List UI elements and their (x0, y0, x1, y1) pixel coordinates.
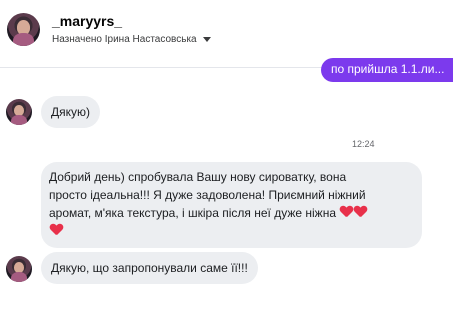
sender-avatar[interactable] (6, 256, 32, 282)
assignee-selector[interactable]: Назначено Ірина Настасовська (52, 34, 211, 45)
heart-icon (340, 206, 353, 218)
heart-icon (50, 224, 63, 236)
message-bubble: Дякую) (41, 96, 101, 128)
contact-avatar[interactable] (7, 13, 40, 46)
message-bubble: Добрий день) спробувала Вашу нову сирова… (41, 162, 422, 248)
chevron-down-icon[interactable] (202, 37, 211, 42)
assignee-label: Назначено Ірина Настасовська (52, 34, 197, 45)
message-line: аромат, м'яка текстура, і шкіра після не… (49, 206, 336, 220)
timestamp: 12:24 (352, 139, 375, 149)
outgoing-message-bubble: по прийшла 1.1.ли... (321, 58, 453, 82)
message-text: Дякую, що запропонували саме її!!! (51, 261, 248, 275)
message-line: Добрий день) спробувала Вашу нову сирова… (49, 170, 347, 184)
message-text: Дякую) (51, 105, 91, 119)
message-bubble: Дякую, що запропонували саме її!!! (41, 252, 258, 284)
heart-icon (354, 206, 367, 218)
message-line: просто ідеальна!!! Я дуже задоволена! Пр… (49, 188, 366, 202)
outgoing-message-text: по прийшла 1.1.ли... (331, 62, 445, 76)
contact-username[interactable]: _maryyrs_ (52, 13, 122, 29)
sender-avatar[interactable] (6, 99, 32, 125)
